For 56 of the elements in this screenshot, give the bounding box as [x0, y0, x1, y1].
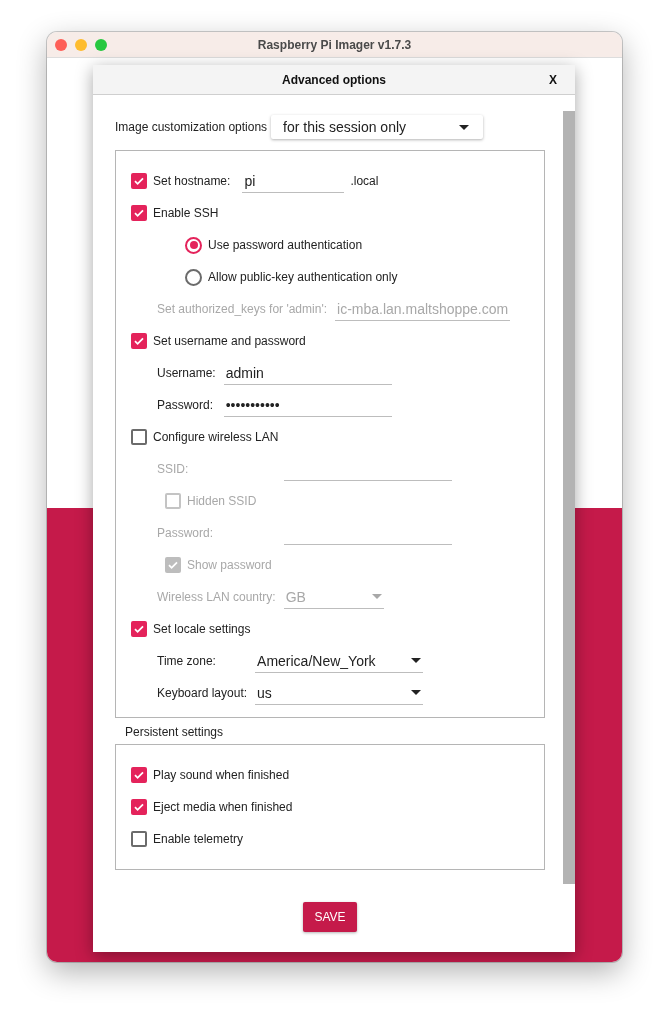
field-label: Wireless LAN country: [157, 590, 276, 604]
caret-icon [411, 690, 422, 695]
checkbox-label: Enable telemetry [153, 832, 244, 846]
checkbox-label: Show password [187, 558, 272, 572]
checkbox-label: Enable SSH [153, 206, 219, 220]
input-field[interactable]: ••••••••••• [223, 393, 392, 417]
field-label: Set authorized_keys for 'admin': [157, 302, 327, 316]
checkbox-label: Set locale settings [153, 622, 251, 636]
field-label: Username: [157, 366, 216, 380]
checkmark-icon [133, 175, 145, 187]
radio-label: Allow public-key authentication only [208, 270, 398, 284]
checkmark-icon [133, 769, 145, 781]
customization-label: Image customization options [115, 120, 268, 134]
checkbox[interactable] [131, 621, 147, 637]
checkbox-label: Set username and password [153, 334, 306, 348]
radio-button[interactable] [185, 268, 202, 286]
checkmark-icon [133, 335, 145, 347]
save-button[interactable]: SAVE [303, 902, 357, 932]
checkmark-icon [133, 207, 145, 219]
close-window-icon[interactable] [55, 39, 67, 51]
checkbox[interactable] [131, 205, 147, 221]
checkbox[interactable] [131, 173, 147, 189]
checkbox-label: Play sound when finished [153, 768, 290, 782]
field-label: Password: [157, 526, 214, 540]
checkbox-label: Configure wireless LAN [153, 430, 279, 444]
checkbox-label: Hidden SSID [187, 494, 257, 508]
input-field[interactable]: admin [223, 361, 392, 385]
radio-label: Use password authentication [208, 238, 363, 252]
field-label: SSID: [157, 462, 189, 476]
checkbox-label: Set hostname: [153, 174, 231, 188]
checkbox[interactable] [131, 799, 147, 815]
field-label: Time zone: [157, 654, 216, 668]
customization-dropdown[interactable]: for this session only [271, 115, 484, 139]
caret-icon [371, 594, 382, 599]
checkmark-icon [167, 559, 179, 571]
close-button[interactable]: X [545, 71, 561, 89]
section-title: Persistent settings [125, 725, 225, 739]
input-field[interactable]: pi [242, 169, 345, 193]
checkbox[interactable] [131, 767, 147, 783]
field-label: Password: [157, 398, 214, 412]
window-title: Raspberry Pi Imager v1.7.3 [257, 37, 412, 52]
dropdown[interactable]: America/New_York [255, 649, 424, 673]
checkbox[interactable] [131, 831, 147, 847]
caret-icon [411, 658, 422, 663]
dialog-title: Advanced options [282, 72, 386, 87]
domain-suffix: .local [350, 174, 379, 188]
checkbox[interactable] [131, 429, 147, 445]
caret-icon [459, 124, 470, 130]
checkbox-label: Eject media when finished [153, 800, 293, 814]
scrollbar[interactable] [563, 111, 575, 884]
radio-button[interactable] [185, 236, 202, 254]
field-label: Keyboard layout: [157, 686, 248, 700]
checkmark-icon [133, 801, 145, 813]
checkmark-icon [133, 623, 145, 635]
dropdown[interactable]: us [255, 681, 424, 705]
checkbox[interactable] [131, 333, 147, 349]
